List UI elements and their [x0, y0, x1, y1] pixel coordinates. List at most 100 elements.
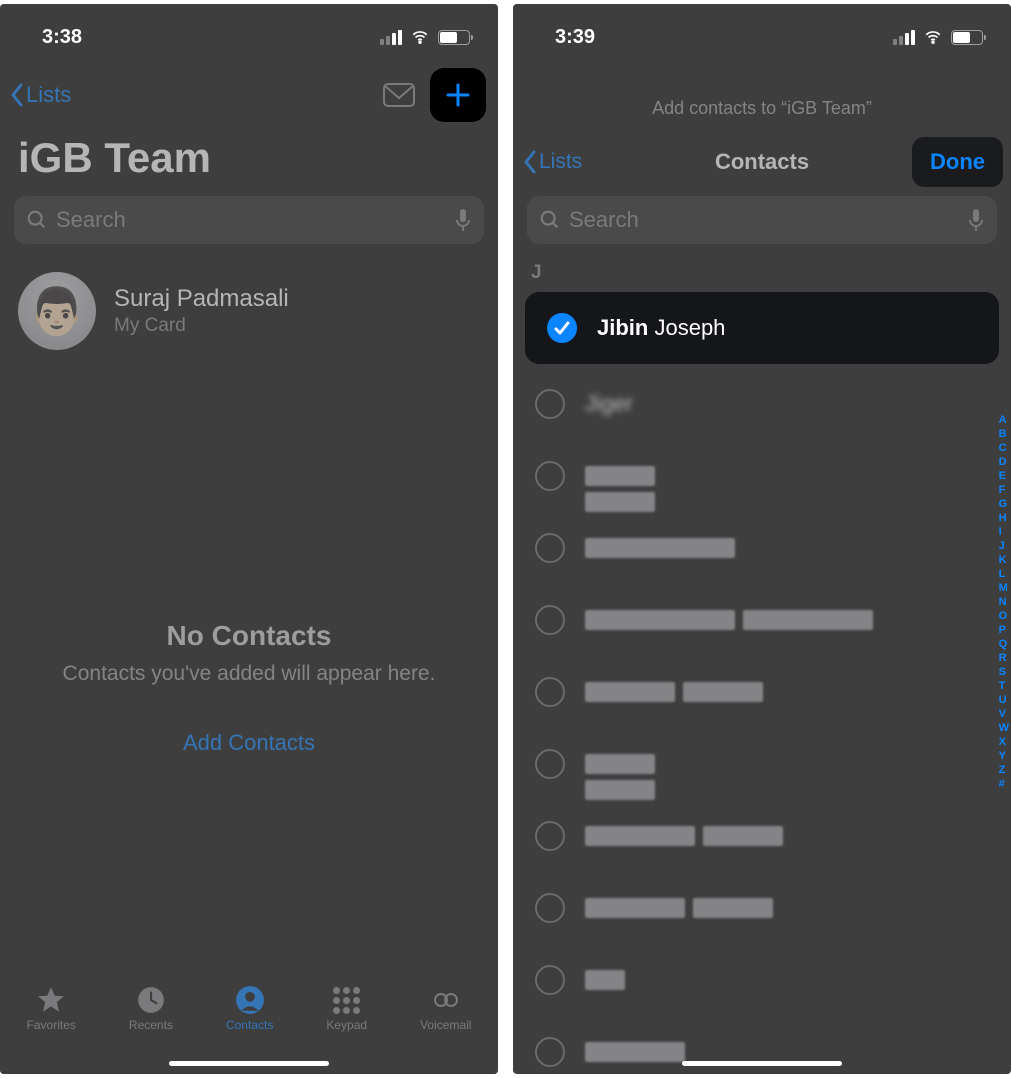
microphone-icon[interactable]	[454, 208, 472, 232]
tab-contacts[interactable]: Contacts	[226, 986, 273, 1032]
checkbox-unchecked-icon[interactable]	[535, 677, 565, 707]
nav-title: Contacts	[715, 149, 809, 175]
contact-name-blurred	[585, 898, 773, 918]
index-letter[interactable]: X	[999, 736, 1009, 748]
index-letter[interactable]: I	[999, 526, 1009, 538]
person-icon	[235, 986, 265, 1014]
index-letter[interactable]: L	[999, 568, 1009, 580]
search-placeholder: Search	[56, 207, 454, 233]
done-button[interactable]: Done	[912, 137, 1003, 187]
index-letter[interactable]: U	[999, 694, 1009, 706]
checkbox-unchecked-icon[interactable]	[535, 389, 565, 419]
index-letter[interactable]: A	[999, 414, 1009, 426]
checkbox-unchecked-icon[interactable]	[535, 605, 565, 635]
index-letter[interactable]: K	[999, 554, 1009, 566]
empty-title: No Contacts	[0, 620, 498, 652]
status-time: 3:38	[42, 26, 82, 49]
contact-name-blurred	[585, 538, 735, 558]
index-letter[interactable]: Y	[999, 750, 1009, 762]
index-letter[interactable]: E	[999, 470, 1009, 482]
index-letter[interactable]: Q	[999, 638, 1009, 650]
contact-row[interactable]	[513, 728, 1011, 800]
index-letter[interactable]: Z	[999, 764, 1009, 776]
index-letter[interactable]: H	[999, 512, 1009, 524]
alphabet-index[interactable]: ABCDEFGHIJKLMNOPQRSTUVWXYZ #	[999, 414, 1009, 790]
index-letter[interactable]: P	[999, 624, 1009, 636]
add-contact-button[interactable]	[430, 68, 486, 122]
tab-bar: Favorites Recents Contacts Keypad Voicem…	[0, 976, 498, 1074]
back-button[interactable]: Lists	[521, 148, 582, 176]
contact-first-name: Jibin	[597, 315, 648, 340]
mail-icon[interactable]	[382, 82, 416, 108]
index-letter[interactable]: W	[999, 722, 1009, 734]
contact-row[interactable]	[513, 656, 1011, 728]
microphone-icon[interactable]	[967, 208, 985, 232]
search-icon	[539, 209, 561, 231]
checkbox-unchecked-icon[interactable]	[535, 1037, 565, 1067]
index-letter[interactable]: #	[999, 778, 1009, 790]
contact-last-name: Joseph	[654, 315, 725, 340]
contact-row[interactable]	[513, 872, 1011, 944]
index-letter[interactable]: M	[999, 582, 1009, 594]
index-letter[interactable]: R	[999, 652, 1009, 664]
empty-sub: Contacts you've added will appear here.	[0, 662, 498, 686]
search-field[interactable]: Search	[527, 196, 997, 244]
chevron-left-icon	[8, 81, 26, 109]
contact-row[interactable]	[513, 512, 1011, 584]
checkbox-checked-icon[interactable]	[547, 313, 577, 343]
tab-label: Voicemail	[420, 1018, 471, 1032]
empty-state: No Contacts Contacts you've added will a…	[0, 620, 498, 756]
tab-label: Contacts	[226, 1018, 273, 1032]
index-letter[interactable]: S	[999, 666, 1009, 678]
tab-voicemail[interactable]: Voicemail	[420, 986, 471, 1032]
sheet-prompt: Add contacts to “iGB Team”	[513, 60, 1011, 132]
keypad-icon	[332, 986, 362, 1014]
contact-name-blurred	[585, 610, 873, 630]
index-letter[interactable]: T	[999, 680, 1009, 692]
contact-row[interactable]	[513, 584, 1011, 656]
index-letter[interactable]: F	[999, 484, 1009, 496]
checkbox-unchecked-icon[interactable]	[535, 821, 565, 851]
contact-row[interactable]	[513, 944, 1011, 1016]
search-field[interactable]: Search	[14, 196, 484, 244]
status-right	[380, 28, 470, 46]
add-contacts-link[interactable]: Add Contacts	[183, 730, 315, 756]
contact-row[interactable]: Jiger	[513, 368, 1011, 440]
home-indicator[interactable]	[169, 1061, 329, 1066]
star-icon	[36, 986, 66, 1014]
index-letter[interactable]: B	[999, 428, 1009, 440]
home-indicator[interactable]	[682, 1061, 842, 1066]
index-letter[interactable]: N	[999, 596, 1009, 608]
plus-icon	[442, 79, 474, 111]
contact-name-blurred	[585, 826, 783, 846]
my-card-sub: My Card	[114, 315, 289, 337]
nav-bar: Lists Contacts Done	[513, 132, 1011, 192]
contact-name-blurred	[585, 1042, 685, 1062]
checkbox-unchecked-icon[interactable]	[535, 965, 565, 995]
checkbox-unchecked-icon[interactable]	[535, 893, 565, 923]
section-header: J	[513, 244, 1011, 288]
index-letter[interactable]: O	[999, 610, 1009, 622]
my-card[interactable]: 👨🏻 Suraj Padmasali My Card	[0, 244, 498, 360]
search-icon	[26, 209, 48, 231]
back-label: Lists	[539, 150, 582, 174]
checkbox-unchecked-icon[interactable]	[535, 533, 565, 563]
status-bar: 3:38	[0, 4, 498, 60]
index-letter[interactable]: C	[999, 442, 1009, 454]
contact-row[interactable]	[513, 800, 1011, 872]
index-letter[interactable]: J	[999, 540, 1009, 552]
contact-row-selected[interactable]: Jibin Joseph	[525, 292, 999, 364]
checkbox-unchecked-icon[interactable]	[535, 749, 565, 779]
tab-keypad[interactable]: Keypad	[326, 986, 367, 1032]
tab-recents[interactable]: Recents	[129, 986, 173, 1032]
tab-favorites[interactable]: Favorites	[27, 986, 76, 1032]
contact-row[interactable]	[513, 440, 1011, 512]
index-letter[interactable]: V	[999, 708, 1009, 720]
back-button[interactable]: Lists	[8, 81, 71, 109]
index-letter[interactable]: D	[999, 456, 1009, 468]
index-letter[interactable]: G	[999, 498, 1009, 510]
back-label: Lists	[26, 82, 71, 108]
nav-bar: Lists	[0, 60, 498, 130]
battery-icon	[438, 30, 470, 45]
checkbox-unchecked-icon[interactable]	[535, 461, 565, 491]
